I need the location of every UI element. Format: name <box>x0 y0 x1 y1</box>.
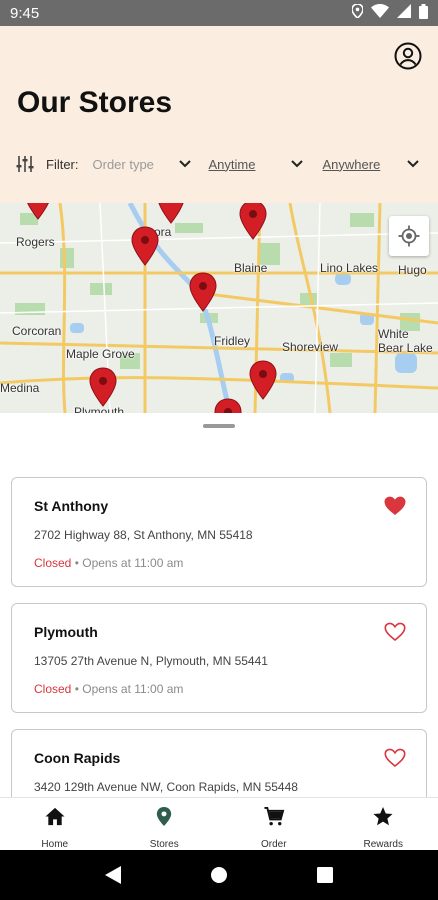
my-location-button[interactable] <box>389 216 429 256</box>
time-dropdown[interactable]: Anytime <box>209 157 303 172</box>
status-bar: 9:45 <box>0 0 438 26</box>
battery-icon <box>419 3 428 23</box>
store-address: 3420 129th Avenue NW, Coon Rapids, MN 55… <box>34 780 298 794</box>
store-pin[interactable] <box>24 203 52 220</box>
heart-outline-icon[interactable] <box>384 622 406 642</box>
heart-outline-icon[interactable] <box>384 748 406 768</box>
location-value: Anywhere <box>322 156 381 172</box>
store-pin[interactable] <box>189 272 217 312</box>
order-type-dropdown[interactable]: Order type <box>93 157 191 172</box>
crosshair-icon <box>398 225 420 247</box>
store-pin[interactable] <box>214 398 242 413</box>
store-pin[interactable] <box>249 360 277 400</box>
home-circle-icon[interactable] <box>210 866 228 884</box>
page-title: Our Stores <box>17 86 173 119</box>
nav-order[interactable]: Order <box>219 798 329 850</box>
signal-icon <box>397 4 411 22</box>
store-name: Coon Rapids <box>34 750 121 766</box>
store-pin[interactable] <box>157 203 185 224</box>
back-icon[interactable] <box>104 866 121 884</box>
home-icon <box>45 807 65 826</box>
map-pins <box>24 203 277 413</box>
nav-label: Order <box>260 839 287 850</box>
store-status: Closed • Opens at 11:00 am <box>34 682 183 696</box>
store-pin[interactable] <box>89 367 117 407</box>
chevron-down-icon <box>406 160 419 168</box>
closed-label: Closed <box>34 682 72 696</box>
nav-rewards[interactable]: Rewards <box>329 798 438 850</box>
account-icon <box>394 42 422 70</box>
star-icon <box>373 806 393 826</box>
store-pin[interactable] <box>131 226 159 266</box>
chevron-down-icon <box>178 160 191 168</box>
store-status: Closed • Opens at 11:00 am <box>34 556 183 570</box>
filter-sliders-icon[interactable] <box>16 155 34 173</box>
stores-header: Our Stores Filter: Order type Anytime An… <box>0 26 438 203</box>
opening-hours: • Opens at 11:00 am <box>74 682 184 696</box>
cart-icon <box>264 806 285 826</box>
time-value: Anytime <box>208 156 256 172</box>
store-name: Plymouth <box>34 624 98 640</box>
store-map[interactable]: Rogers ora Blaine Lino Lakes Hugo Corcor… <box>0 203 438 413</box>
bottom-navigation: Home Stores Order Rewards <box>0 797 438 850</box>
filter-bar: Filter: Order type Anytime Anywhere <box>16 154 426 174</box>
map-pin-icon <box>157 806 172 827</box>
filter-label: Filter: <box>46 156 79 172</box>
profile-button[interactable] <box>394 42 422 70</box>
chevron-down-icon <box>290 160 303 168</box>
nav-home[interactable]: Home <box>0 798 110 850</box>
status-time: 9:45 <box>10 4 40 22</box>
store-address: 13705 27th Avenue N, Plymouth, MN 55441 <box>34 654 268 668</box>
nav-stores[interactable]: Stores <box>110 798 220 850</box>
recents-icon[interactable] <box>317 867 334 883</box>
location-icon <box>351 3 364 22</box>
nav-label: Rewards <box>363 839 403 850</box>
store-address: 2702 Highway 88, St Anthony, MN 55418 <box>34 528 253 542</box>
nav-label: Stores <box>149 839 179 850</box>
nav-label: Home <box>41 839 69 850</box>
system-navigation-bar <box>0 850 438 900</box>
store-card[interactable]: St Anthony 2702 Highway 88, St Anthony, … <box>11 477 427 587</box>
closed-label: Closed <box>34 556 72 570</box>
heart-filled-icon[interactable] <box>384 496 406 516</box>
wifi-icon <box>371 4 389 22</box>
opening-hours: • Opens at 11:00 am <box>74 556 184 570</box>
sheet-drag-handle[interactable] <box>203 424 235 428</box>
store-pin[interactable] <box>239 203 267 240</box>
location-dropdown[interactable]: Anywhere <box>323 157 419 172</box>
store-card[interactable]: Plymouth 13705 27th Avenue N, Plymouth, … <box>11 603 427 713</box>
store-name: St Anthony <box>34 498 109 514</box>
order-type-value: Order type <box>92 156 154 172</box>
